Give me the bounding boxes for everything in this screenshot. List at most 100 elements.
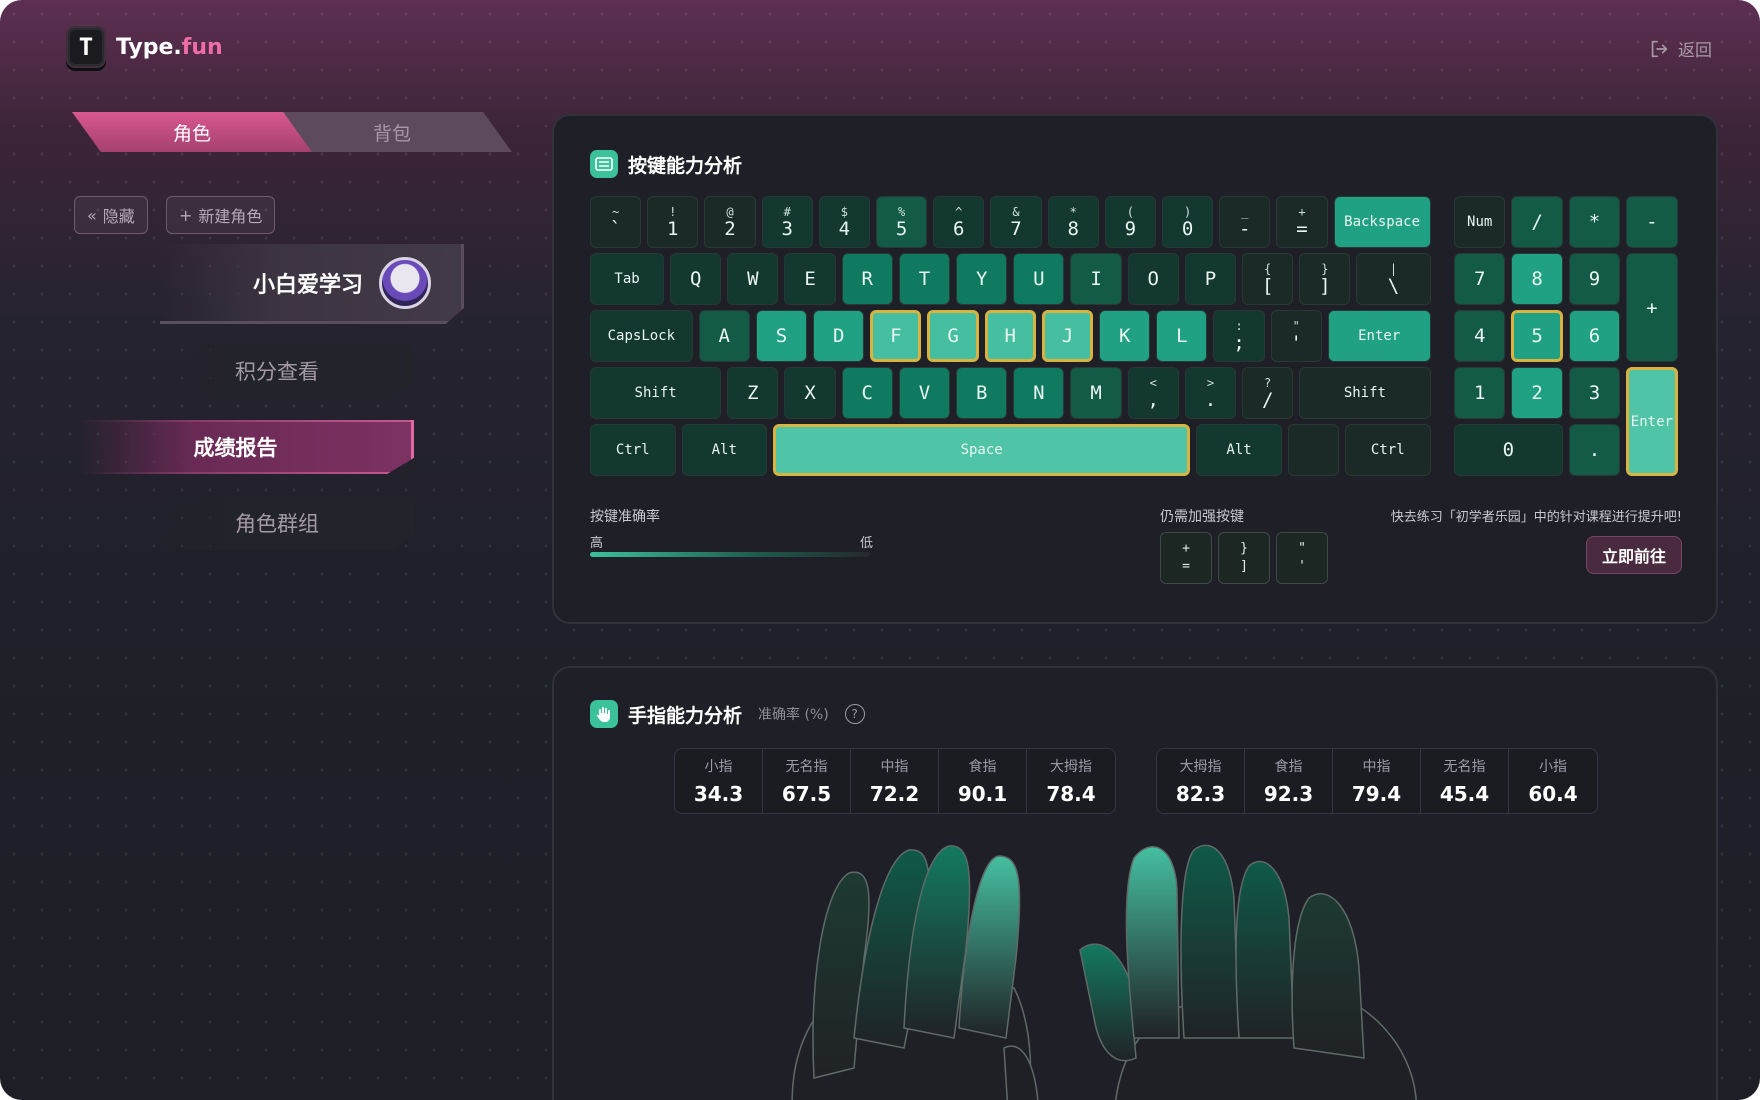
- key[interactable]: _ -: [1219, 196, 1271, 248]
- key[interactable]: Space: [773, 424, 1191, 476]
- key[interactable]: Alt: [681, 424, 768, 476]
- key[interactable]: C: [841, 367, 893, 419]
- key-label: /: [1531, 211, 1543, 233]
- hide-button[interactable]: « 隐藏: [74, 196, 148, 234]
- key[interactable]: >.: [1184, 367, 1237, 419]
- menu-item-points[interactable]: 积分查看: [160, 344, 414, 398]
- key[interactable]: CapsLock: [590, 310, 693, 362]
- help-icon[interactable]: ?: [844, 704, 865, 724]
- key[interactable]: Y: [956, 253, 1008, 305]
- key[interactable]: }]: [1299, 253, 1351, 305]
- go-now-button[interactable]: 立即前往: [1586, 536, 1682, 574]
- finger-stat: 无名指 67.5: [763, 749, 851, 813]
- weak-key[interactable]: " ': [1276, 532, 1328, 584]
- key-label: 9: [1588, 268, 1601, 290]
- key[interactable]: G: [927, 310, 979, 362]
- menu-item-groups[interactable]: 角色群组: [160, 496, 414, 550]
- key[interactable]: :;: [1213, 310, 1265, 362]
- key[interactable]: ? /: [1242, 367, 1294, 419]
- key[interactable]: U: [1013, 253, 1065, 305]
- key[interactable]: J: [1041, 310, 1094, 362]
- key[interactable]: #3: [761, 196, 813, 248]
- new-role-button[interactable]: + 新建角色: [166, 196, 276, 234]
- key[interactable]: X: [784, 367, 836, 419]
- key[interactable]: @2: [704, 196, 756, 248]
- key[interactable]: 8: [1511, 253, 1563, 305]
- key[interactable]: H: [984, 310, 1036, 362]
- key[interactable]: S: [755, 310, 808, 362]
- key[interactable]: ^ 6: [933, 196, 985, 248]
- key-analysis-title: 按键能力分析: [628, 154, 743, 177]
- key[interactable]: {[: [1242, 253, 1294, 305]
- key[interactable]: 3: [1568, 367, 1621, 419]
- key[interactable]: I: [1070, 253, 1122, 305]
- key[interactable]: Enter: [1327, 310, 1431, 362]
- key[interactable]: -: [1626, 196, 1678, 248]
- key[interactable]: R: [841, 253, 893, 305]
- weak-key[interactable]: + =: [1160, 532, 1212, 584]
- key[interactable]: *: [1568, 196, 1621, 248]
- key[interactable]: /: [1511, 196, 1563, 248]
- key[interactable]: Shift: [590, 367, 722, 419]
- key[interactable]: T: [898, 253, 951, 305]
- tab-backpack[interactable]: 背包: [272, 112, 512, 152]
- key[interactable]: 2: [1511, 367, 1563, 419]
- key[interactable]: 7: [1454, 253, 1506, 305]
- key[interactable]: .: [1568, 424, 1621, 476]
- key[interactable]: A: [698, 310, 750, 362]
- key[interactable]: Shift: [1299, 367, 1431, 419]
- key[interactable]: Backspace: [1333, 196, 1431, 248]
- key[interactable]: Z: [727, 367, 779, 419]
- key[interactable]: + =: [1276, 196, 1328, 248]
- key[interactable]: +: [1626, 253, 1678, 362]
- key[interactable]: D: [813, 310, 865, 362]
- key[interactable]: Enter: [1626, 367, 1678, 476]
- key[interactable]: W: [727, 253, 779, 305]
- key[interactable]: Alt: [1196, 424, 1282, 476]
- key[interactable]: Ctrl: [590, 424, 676, 476]
- key[interactable]: <,: [1127, 367, 1179, 419]
- key[interactable]: * 8: [1047, 196, 1099, 248]
- key[interactable]: ! 1: [647, 196, 699, 248]
- key[interactable]: V: [898, 367, 951, 419]
- key[interactable]: " ': [1270, 310, 1322, 362]
- key[interactable]: O: [1127, 253, 1179, 305]
- key[interactable]: N: [1013, 367, 1065, 419]
- key[interactable]: Num: [1454, 196, 1506, 248]
- key[interactable]: 5: [1511, 310, 1563, 362]
- tab-role[interactable]: 角色: [72, 112, 312, 152]
- key-label: Tab: [614, 271, 640, 287]
- key[interactable]: 9: [1568, 253, 1621, 305]
- menu-item-report[interactable]: 成绩报告: [80, 420, 414, 474]
- key[interactable]: K: [1099, 310, 1151, 362]
- character-card[interactable]: 小白爱学习: [160, 244, 464, 324]
- key-label: 2: [724, 218, 736, 240]
- back-button[interactable]: 返回: [1648, 36, 1712, 61]
- key[interactable]: F: [870, 310, 922, 362]
- key[interactable]: (9: [1104, 196, 1156, 248]
- key[interactable]: Q: [670, 253, 722, 305]
- key[interactable]: 1: [1454, 367, 1506, 419]
- key[interactable]: B: [956, 367, 1008, 419]
- key[interactable]: P: [1184, 253, 1237, 305]
- key[interactable]: M: [1070, 367, 1122, 419]
- key[interactable]: ~ `: [590, 196, 642, 248]
- key[interactable]: 4: [1454, 310, 1506, 362]
- key[interactable]: ) 0: [1162, 196, 1214, 248]
- key[interactable]: L: [1156, 310, 1208, 362]
- key[interactable]: & 7: [990, 196, 1042, 248]
- key[interactable]: | \: [1356, 253, 1431, 305]
- key[interactable]: Ctrl: [1345, 424, 1431, 476]
- key[interactable]: Tab: [590, 253, 665, 305]
- key[interactable]: $4: [818, 196, 870, 248]
- key-label: V: [918, 382, 931, 404]
- logo[interactable]: T Type.fun: [66, 26, 223, 68]
- key-shift-label: &: [1012, 205, 1020, 219]
- key[interactable]: [1287, 424, 1340, 476]
- key-label: X: [804, 382, 816, 404]
- key[interactable]: E: [784, 253, 836, 305]
- key[interactable]: % 5: [876, 196, 928, 248]
- weak-key[interactable]: }]: [1218, 532, 1270, 584]
- key[interactable]: 0: [1454, 424, 1563, 476]
- key[interactable]: 6: [1568, 310, 1621, 362]
